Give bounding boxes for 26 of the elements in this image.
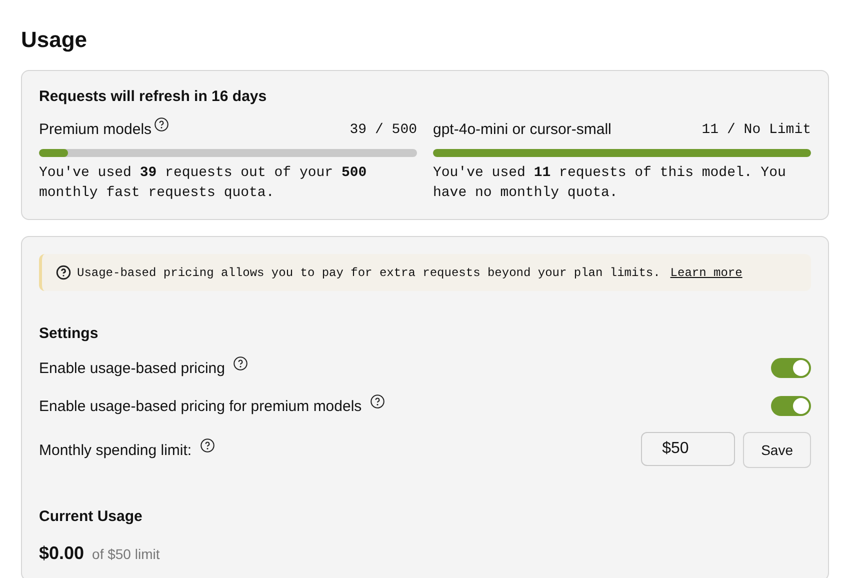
setting-label: Monthly spending limit: xyxy=(39,442,192,458)
toggle-switch[interactable] xyxy=(771,396,811,416)
card-heading: Requests will refresh in 16 days xyxy=(39,88,268,105)
limit-text: of $50 limit xyxy=(92,546,160,562)
setting-label: Enable usage-based pricing xyxy=(39,360,225,376)
section-heading: Current Usage xyxy=(39,508,144,525)
usage-reading: 39 / 500 xyxy=(350,122,417,138)
model-name: Premium models xyxy=(39,121,152,138)
usage-note: You've used 11 requests of this model. You have no monthly quota. xyxy=(433,164,787,203)
section-heading: Settings xyxy=(39,325,100,342)
setting-label: Enable usage-based pricing for premium models xyxy=(39,398,362,414)
help-icon[interactable] xyxy=(154,117,169,132)
model-name: gpt-4o-mini or cursor-small xyxy=(433,121,612,138)
save-button[interactable]: Save xyxy=(743,432,811,468)
usage-reading: 11 / No Limit xyxy=(702,122,811,138)
help-icon[interactable] xyxy=(370,394,385,408)
usage-note: You've used 39 requests out of your 500 monthly fast requests quota. xyxy=(39,164,368,203)
usage-amount: $0.00 xyxy=(39,543,84,564)
toggle-switch[interactable] xyxy=(771,358,811,378)
page-title: Usage xyxy=(21,26,88,54)
spending-limit-field[interactable]: $50 xyxy=(641,432,736,466)
help-icon[interactable] xyxy=(56,265,71,280)
help-icon[interactable] xyxy=(232,356,248,370)
info-text: Usage-based pricing allows you to pay for extra requests beyond your plan limits. xyxy=(77,266,660,280)
help-icon[interactable] xyxy=(200,438,215,452)
learn-more-link[interactable]: Learn more xyxy=(670,266,742,280)
